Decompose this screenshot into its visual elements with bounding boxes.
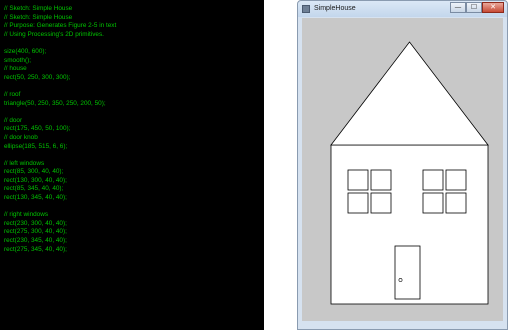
left-window-top-right — [370, 169, 392, 191]
code-line: smooth(); — [4, 56, 31, 64]
house-door — [394, 245, 421, 300]
house-drawing — [330, 41, 489, 305]
code-line: rect(275, 300, 40, 40); — [4, 228, 67, 236]
code-line: rect(275, 345, 40, 40); — [4, 245, 67, 253]
code-line: rect(85, 300, 40, 40); — [4, 168, 64, 176]
code-editor-panel: // Sketch: Simple House// Sketch: Simple… — [0, 0, 264, 330]
close-button[interactable]: ✕ — [482, 2, 504, 13]
window-title: SimpleHouse — [314, 5, 356, 12]
app-icon — [302, 5, 310, 13]
window-controls: — ☐ ✕ — [450, 2, 504, 13]
right-window-top-left — [422, 169, 444, 191]
code-line: rect(230, 300, 40, 40); — [4, 219, 67, 227]
right-window-top-right — [445, 169, 467, 191]
left-window-top-left — [347, 169, 369, 191]
minimize-button[interactable]: — — [450, 2, 466, 13]
window-titlebar[interactable]: SimpleHouse — ☐ ✕ — [298, 1, 507, 17]
right-window-bottom-right — [445, 192, 467, 214]
sketch-canvas — [302, 18, 503, 321]
code-line: rect(50, 250, 300, 300); — [4, 73, 71, 81]
code-lines: // Sketch: Simple House// Sketch: Simple… — [4, 5, 116, 254]
code-line: rect(175, 450, 50, 100); — [4, 125, 71, 133]
close-icon: ✕ — [490, 3, 496, 11]
code-line: size(400, 600); — [4, 47, 47, 55]
code-line: // door knob — [4, 133, 38, 141]
minimize-icon: — — [454, 3, 462, 11]
left-window-bottom-right — [370, 192, 392, 214]
code-line: ellipse(185, 515, 6, 6); — [4, 142, 68, 150]
code-line: // house — [4, 65, 27, 73]
maximize-icon: ☐ — [470, 3, 478, 11]
left-window-bottom-left — [347, 192, 369, 214]
sketch-window: SimpleHouse — ☐ ✕ — [297, 0, 508, 330]
code-line: // door — [4, 116, 23, 124]
code-line: // Using Processing's 2D primitives. — [4, 30, 104, 38]
code-line: // right windows — [4, 211, 49, 219]
door-knob — [398, 278, 403, 282]
code-line: // roof — [4, 90, 21, 98]
code-line: // Sketch: Simple House — [4, 13, 73, 21]
code-line: // Purpose: Generates Figure 2-5 in text — [4, 22, 117, 30]
code-line: // Sketch: Simple House — [4, 5, 73, 12]
maximize-button[interactable]: ☐ — [466, 2, 482, 13]
code-line: rect(130, 300, 40, 40); — [4, 176, 67, 184]
house-roof — [330, 41, 489, 146]
code-line: rect(230, 345, 40, 40); — [4, 237, 67, 245]
code-line: rect(130, 345, 40, 40); — [4, 194, 67, 202]
right-window-bottom-left — [422, 192, 444, 214]
code-line: triangle(50, 250, 350, 250, 200, 50); — [4, 99, 106, 107]
code-line: rect(85, 345, 40, 40); — [4, 185, 64, 193]
code-line: // left windows — [4, 159, 45, 167]
